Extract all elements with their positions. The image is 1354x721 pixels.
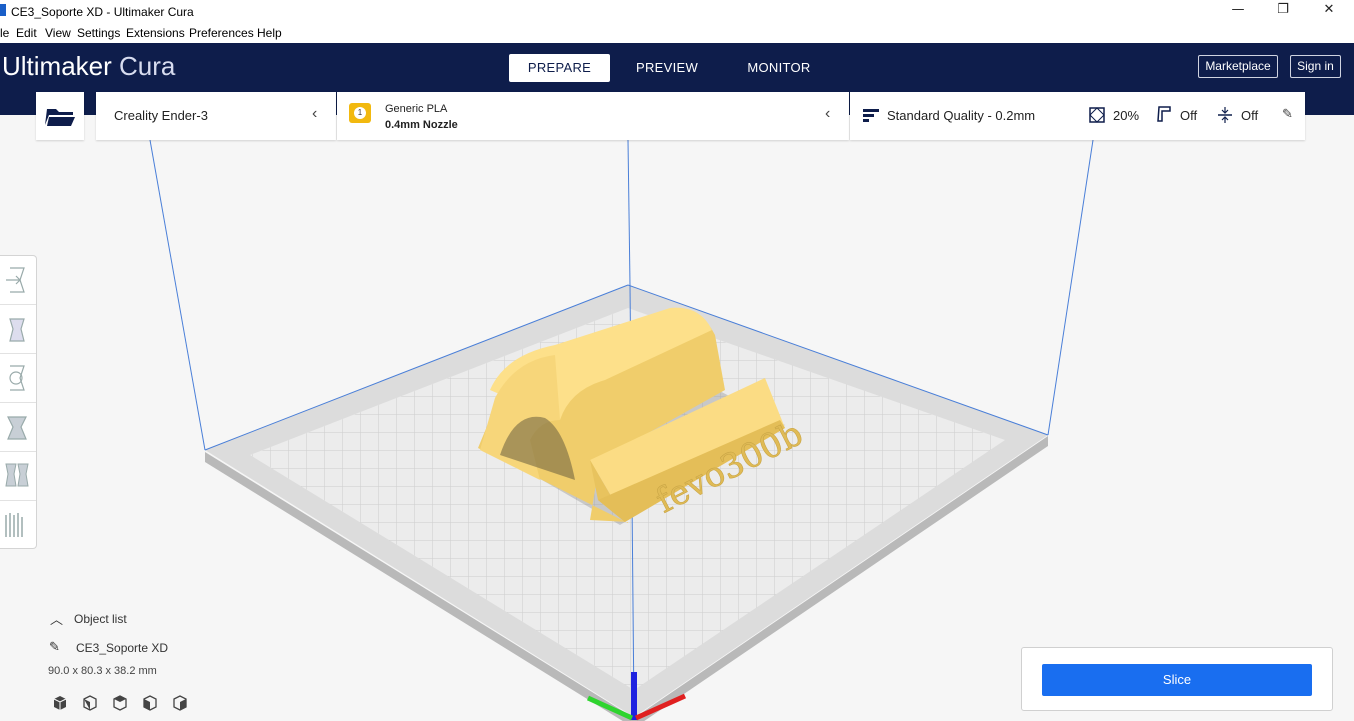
chevron-left-icon: ‹ <box>312 105 318 122</box>
support-value: Off <box>1180 108 1198 123</box>
chevron-left-icon: ‹ <box>825 105 831 122</box>
view-top-icon <box>113 695 127 711</box>
nozzle-size: 0.4mm Nozzle <box>385 119 458 131</box>
per-model-settings-tool[interactable] <box>0 452 36 501</box>
quality-profile: Standard Quality - 0.2mm <box>887 108 1036 123</box>
tool-strip <box>0 255 37 549</box>
tab-preview[interactable]: PREVIEW <box>618 54 716 82</box>
per-model-settings-icon <box>5 463 29 487</box>
view-right-icon <box>173 695 187 711</box>
view-front-icon <box>83 695 97 711</box>
title-bar: CE3_Soporte XD - Ultimaker Cura — ❐ ✕ <box>0 0 1354 23</box>
open-file-button[interactable] <box>36 92 84 140</box>
slice-panel: Slice <box>1021 647 1333 711</box>
cura-app-icon <box>0 4 6 16</box>
menu-view[interactable]: View <box>45 26 71 40</box>
logo-product: Cura <box>119 51 176 81</box>
build-volume-edge-right <box>1047 139 1094 436</box>
scale-tool[interactable] <box>0 305 36 354</box>
rotate-icon <box>9 365 25 391</box>
slice-button[interactable]: Slice <box>1042 664 1312 696</box>
support-icon <box>1157 106 1171 122</box>
move-tool[interactable] <box>0 256 36 305</box>
view-left-icon <box>143 695 157 711</box>
folder-open-icon <box>45 109 75 126</box>
support-blocker-icon <box>5 513 23 537</box>
print-settings-selector[interactable]: Standard Quality - 0.2mm 20% Off Off ✎ <box>850 92 1305 140</box>
build-plate-viewport[interactable]: fevo300b <box>0 115 1354 721</box>
material-selector[interactable]: 1 Generic PLA 0.4mm Nozzle ‹ <box>337 92 849 140</box>
extruder-badge-icon: 1 <box>349 103 371 123</box>
infill-value: 20% <box>1113 108 1140 123</box>
marketplace-button[interactable]: Marketplace <box>1198 55 1278 78</box>
material-name: Generic PLA <box>385 103 448 115</box>
close-button[interactable]: ✕ <box>1306 2 1352 21</box>
extruder-number: 1 <box>354 107 366 119</box>
quality-icon <box>863 109 879 122</box>
tab-monitor[interactable]: MONITOR <box>730 54 828 82</box>
menu-preferences[interactable]: Preferences <box>189 26 254 40</box>
pencil-icon[interactable]: ✎ <box>1282 106 1293 122</box>
rotate-tool[interactable] <box>0 354 36 403</box>
support-blocker-tool[interactable] <box>0 501 36 550</box>
maximize-button[interactable]: ❐ <box>1260 2 1306 21</box>
ultimaker-cura-logo: Ultimaker Cura <box>2 51 175 82</box>
window-title: CE3_Soporte XD - Ultimaker Cura <box>11 5 194 19</box>
object-name[interactable]: CE3_Soporte XD <box>76 641 168 655</box>
tab-prepare[interactable]: PREPARE <box>509 54 610 82</box>
minimize-button[interactable]: — <box>1215 2 1261 21</box>
adhesion-icon <box>1218 107 1232 123</box>
view-orientation-buttons <box>53 695 187 711</box>
build-volume-edge-left <box>149 139 206 451</box>
menu-bar: le Edit View Settings Extensions Prefere… <box>0 23 1354 43</box>
view-3d-icon <box>53 696 67 710</box>
menu-file[interactable]: le <box>0 26 9 40</box>
infill-icon <box>1089 107 1105 123</box>
logo-brand: Ultimaker <box>2 51 112 81</box>
chevron-up-icon[interactable]: ︿ <box>50 609 63 628</box>
sign-in-button[interactable]: Sign in <box>1290 55 1341 78</box>
printer-selector[interactable]: Creality Ender-3 ‹ <box>96 92 336 140</box>
printer-name: Creality Ender-3 <box>114 108 208 123</box>
mirror-icon <box>7 416 27 440</box>
menu-help[interactable]: Help <box>257 26 282 40</box>
scale-icon <box>9 318 25 342</box>
menu-settings[interactable]: Settings <box>77 26 120 40</box>
menu-edit[interactable]: Edit <box>16 26 37 40</box>
move-icon <box>6 267 25 293</box>
pencil-icon[interactable]: ✎ <box>49 639 60 655</box>
object-list-toggle[interactable]: Object list <box>74 612 127 626</box>
build-volume-edge-back <box>627 139 631 286</box>
object-dimensions: 90.0 x 80.3 x 38.2 mm <box>48 665 157 677</box>
menu-extensions[interactable]: Extensions <box>126 26 185 40</box>
mirror-tool[interactable] <box>0 403 36 452</box>
adhesion-value: Off <box>1241 108 1259 123</box>
